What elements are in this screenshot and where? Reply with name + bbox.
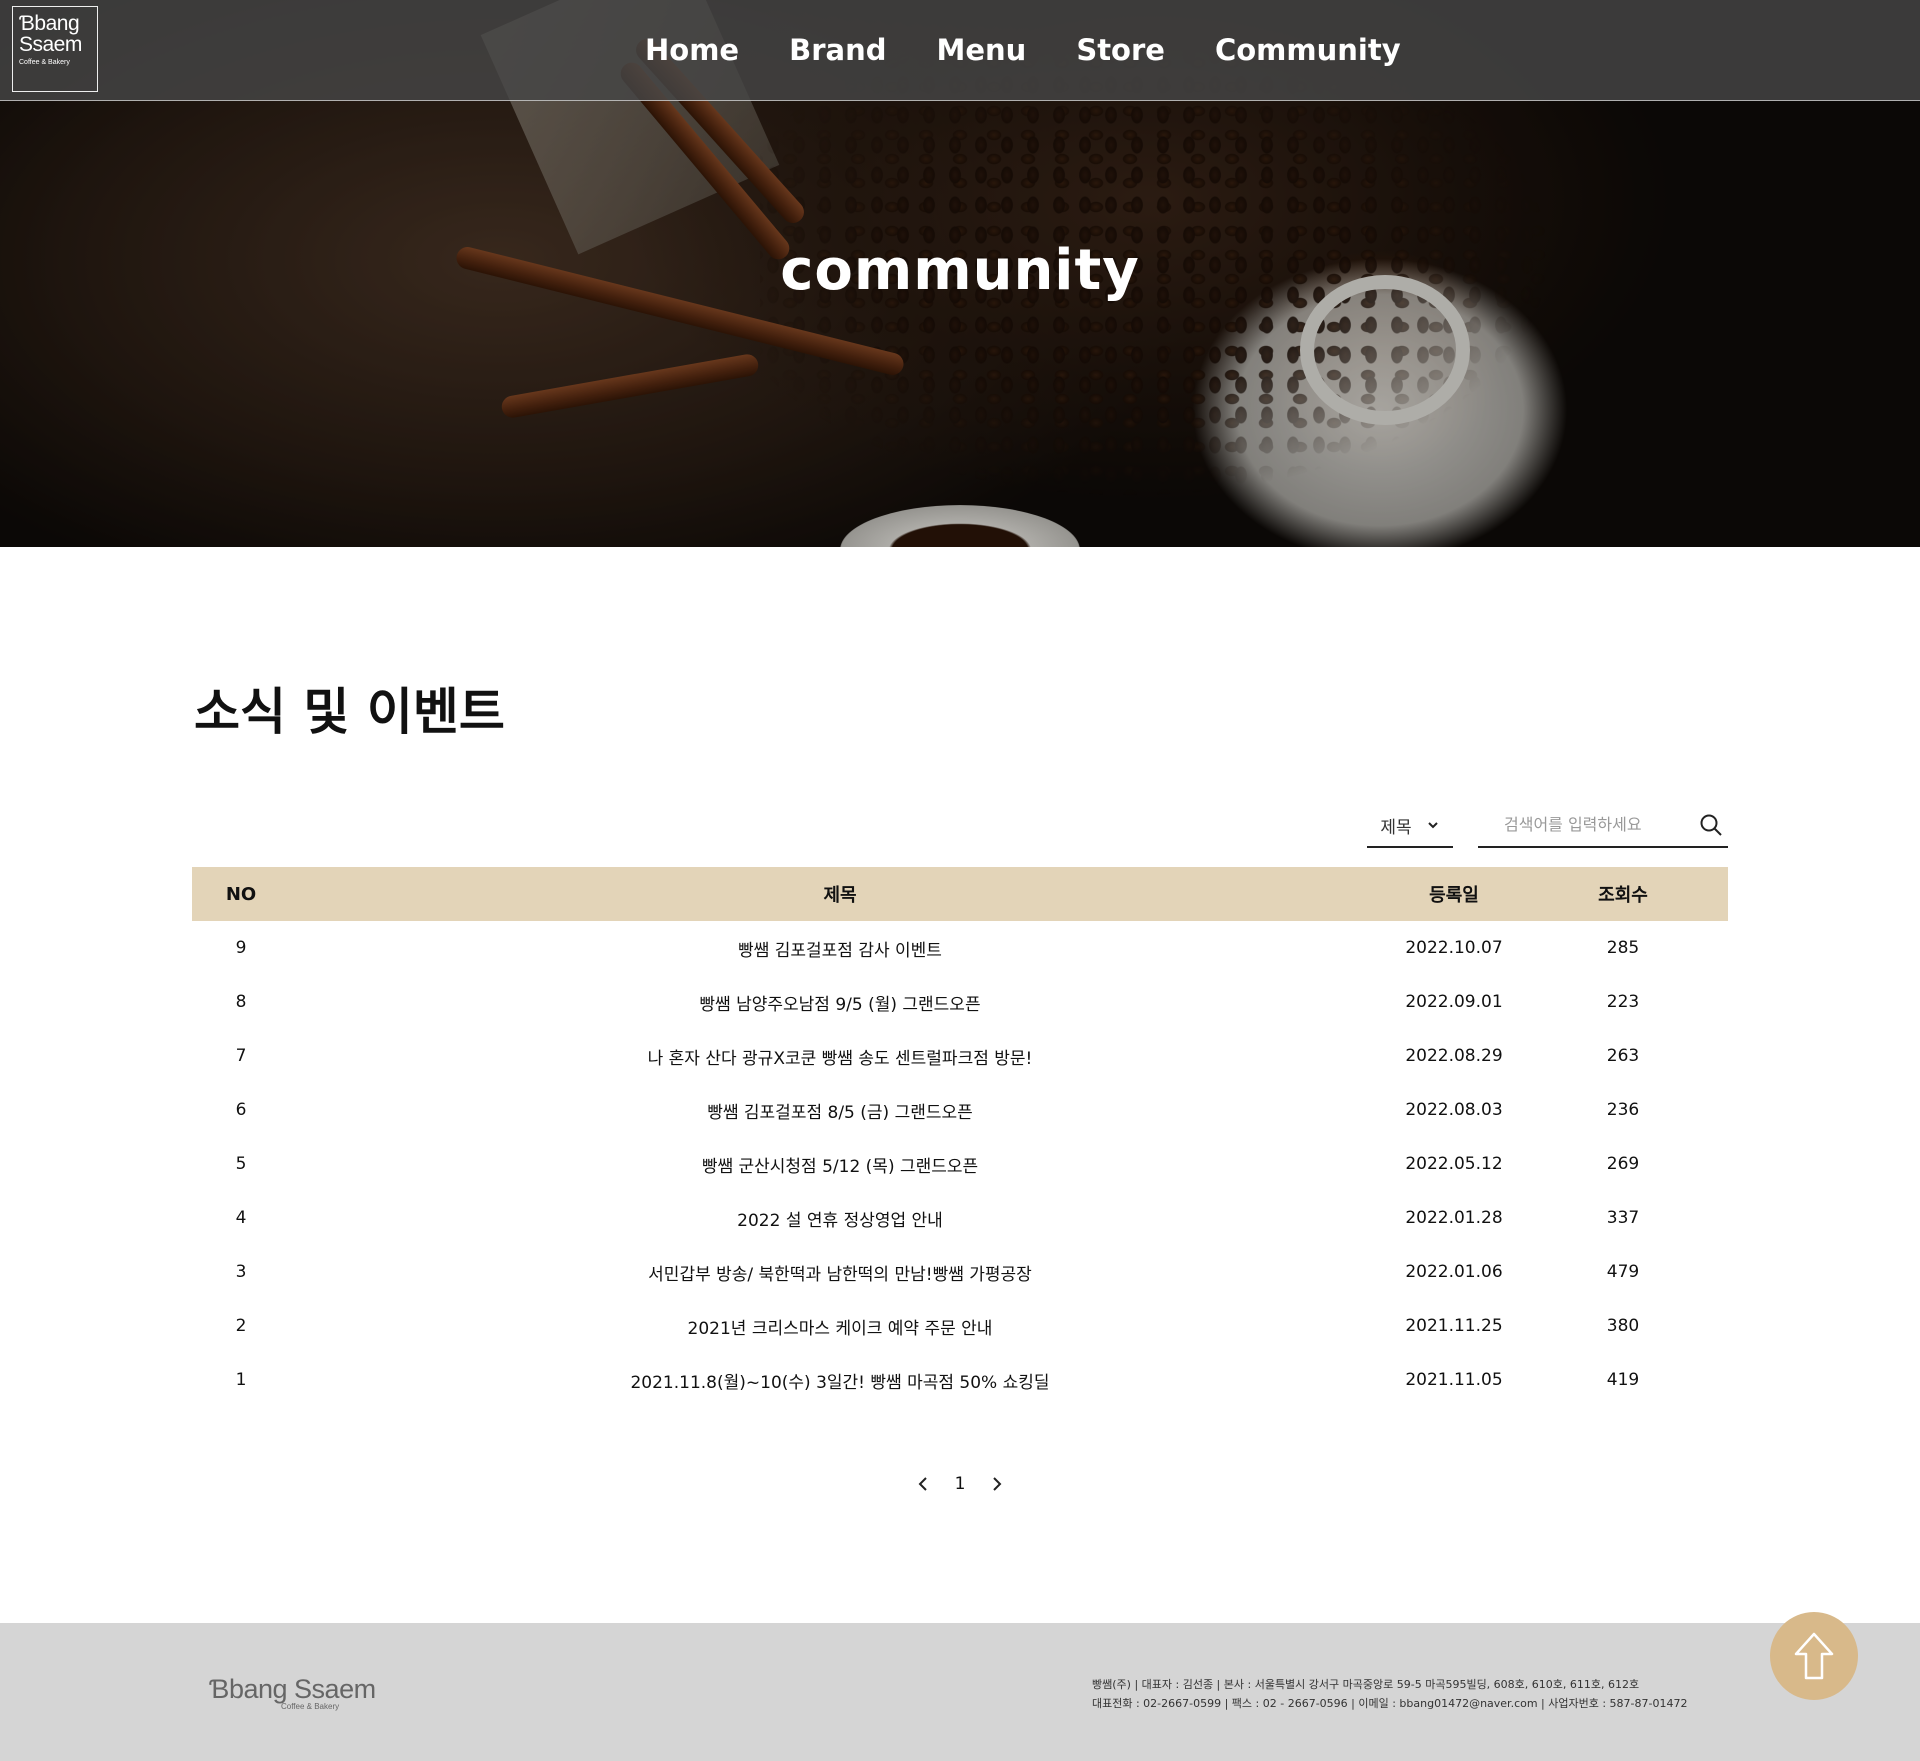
chevron-down-icon — [1427, 822, 1438, 829]
footer-logo-text: Ɓbang Ssaem — [209, 1674, 376, 1704]
cell-date: 2022.01.06 — [1405, 1262, 1503, 1282]
chevron-right-icon[interactable] — [989, 1474, 1005, 1494]
chevron-left-icon[interactable] — [915, 1474, 931, 1494]
news-board-table: NO 제목 등록일 조회수 9 빵쌤 김포걸포점 감사 이벤트 2022.10.… — [192, 867, 1728, 1407]
table-header: NO 제목 등록일 조회수 — [192, 867, 1728, 921]
search-icon[interactable] — [1698, 812, 1724, 838]
top-navigation: Ɓbang Ssaem Coffee & Bakery Home Brand M… — [0, 0, 1920, 101]
hero-banner: Ɓbang Ssaem Coffee & Bakery Home Brand M… — [0, 0, 1920, 547]
footer-logo-tagline: Coffee & Bakery — [281, 1702, 340, 1711]
cell-title-link[interactable]: 나 혼자 산다 광규X코쿤 빵쌤 송도 센트럴파크점 방문! — [290, 1044, 1390, 1069]
column-header-date: 등록일 — [1429, 885, 1479, 906]
cell-views: 263 — [1606, 1046, 1640, 1066]
cell-no: 2 — [235, 1316, 247, 1336]
scroll-top-button[interactable] — [1770, 1612, 1858, 1700]
cell-title-link[interactable]: 2021년 크리스마스 케이크 예약 주문 안내 — [290, 1314, 1390, 1339]
site-footer: Ɓbang Ssaem Coffee & Bakery 빵쌤(주) | 대표자 … — [0, 1623, 1920, 1761]
cell-date: 2022.01.28 — [1405, 1208, 1503, 1228]
search-field-selected: 제목 — [1380, 817, 1412, 838]
table-row[interactable]: 1 2021.11.8(월)~10(수) 3일간! 빵쌤 마곡점 50% 쇼킹딜… — [192, 1353, 1728, 1407]
cell-views: 236 — [1606, 1100, 1640, 1120]
brand-logo[interactable]: Ɓbang Ssaem Coffee & Bakery — [12, 6, 98, 92]
cell-no: 1 — [235, 1370, 247, 1390]
cell-date: 2021.11.05 — [1405, 1370, 1503, 1390]
footer-logo[interactable]: Ɓbang Ssaem Coffee & Bakery — [209, 1675, 376, 1711]
cell-title-link[interactable]: 2021.11.8(월)~10(수) 3일간! 빵쌤 마곡점 50% 쇼킹딜 — [290, 1368, 1390, 1393]
cell-no: 5 — [235, 1154, 247, 1174]
page-title: 소식 및 이벤트 — [194, 683, 505, 741]
table-row[interactable]: 9 빵쌤 김포걸포점 감사 이벤트 2022.10.07 285 — [192, 921, 1728, 975]
cell-date: 2022.08.29 — [1405, 1046, 1503, 1066]
company-info-line2: 대표전화 : 02-2667-0599 | 팩스 : 02 - 2667-059… — [1092, 1697, 1688, 1710]
nav-item-brand[interactable]: Brand — [764, 26, 911, 74]
table-row[interactable]: 2 2021년 크리스마스 케이크 예약 주문 안내 2021.11.25 38… — [192, 1299, 1728, 1353]
search-input[interactable] — [1478, 804, 1688, 844]
cell-views: 337 — [1606, 1208, 1640, 1228]
nav-item-home[interactable]: Home — [620, 26, 764, 74]
table-row[interactable]: 6 빵쌤 김포걸포점 8/5 (금) 그랜드오픈 2022.08.03 236 — [192, 1083, 1728, 1137]
pagination: 1 — [915, 1469, 1005, 1499]
table-row[interactable]: 5 빵쌤 군산시청점 5/12 (목) 그랜드오픈 2022.05.12 269 — [192, 1137, 1728, 1191]
cell-date: 2021.11.25 — [1405, 1316, 1503, 1336]
nav-item-store[interactable]: Store — [1051, 26, 1190, 74]
nav-item-menu[interactable]: Menu — [911, 26, 1051, 74]
cell-no: 4 — [235, 1208, 247, 1228]
cell-date: 2022.10.07 — [1405, 938, 1503, 958]
nav-item-community[interactable]: Community — [1190, 26, 1426, 74]
cell-title-link[interactable]: 빵쌤 김포걸포점 8/5 (금) 그랜드오픈 — [290, 1098, 1390, 1123]
cell-title-link[interactable]: 2022 설 연휴 정상영업 안내 — [290, 1206, 1390, 1231]
cell-views: 285 — [1606, 938, 1640, 958]
hero-title: community — [780, 238, 1140, 303]
search-field-select[interactable]: 제목 — [1367, 804, 1453, 848]
cell-date: 2022.09.01 — [1405, 992, 1503, 1012]
cell-no: 8 — [235, 992, 247, 1012]
cell-title-link[interactable]: 빵쌤 김포걸포점 감사 이벤트 — [290, 936, 1390, 961]
cell-views: 223 — [1606, 992, 1640, 1012]
table-row[interactable]: 4 2022 설 연휴 정상영업 안내 2022.01.28 337 — [192, 1191, 1728, 1245]
column-header-title: 제목 — [823, 885, 857, 906]
cell-title-link[interactable]: 빵쌤 군산시청점 5/12 (목) 그랜드오픈 — [290, 1152, 1390, 1177]
main-menu: Home Brand Menu Store Community — [620, 26, 1426, 74]
column-header-no: NO — [225, 883, 257, 905]
cell-views: 479 — [1606, 1262, 1640, 1282]
logo-tagline: Coffee & Bakery — [19, 59, 70, 66]
cell-title-link[interactable]: 서민갑부 방송/ 북한떡과 남한떡의 만남!빵쌤 가평공장 — [290, 1260, 1390, 1285]
cell-views: 419 — [1606, 1370, 1640, 1390]
table-row[interactable]: 7 나 혼자 산다 광규X코쿤 빵쌤 송도 센트럴파크점 방문! 2022.08… — [192, 1029, 1728, 1083]
column-header-views: 조회수 — [1598, 885, 1648, 906]
arrow-up-icon — [1794, 1632, 1834, 1680]
table-row[interactable]: 8 빵쌤 남양주오남점 9/5 (월) 그랜드오픈 2022.09.01 223 — [192, 975, 1728, 1029]
cell-no: 9 — [235, 938, 247, 958]
cell-no: 7 — [235, 1046, 247, 1066]
company-info-line1: 빵쌤(주) | 대표자 : 김선종 | 본사 : 서울특별시 강서구 마곡중앙로… — [1092, 1678, 1640, 1691]
cell-date: 2022.08.03 — [1405, 1100, 1503, 1120]
logo-text-line2: Ssaem — [19, 33, 82, 56]
cell-no: 3 — [235, 1262, 247, 1282]
cell-date: 2022.05.12 — [1405, 1154, 1503, 1174]
company-info: 빵쌤(주) | 대표자 : 김선종 | 본사 : 서울특별시 강서구 마곡중앙로… — [1092, 1675, 1687, 1713]
cell-no: 6 — [235, 1100, 247, 1120]
cell-title-link[interactable]: 빵쌤 남양주오남점 9/5 (월) 그랜드오픈 — [290, 990, 1390, 1015]
cell-views: 380 — [1606, 1316, 1640, 1336]
table-row[interactable]: 3 서민갑부 방송/ 북한떡과 남한떡의 만남!빵쌤 가평공장 2022.01.… — [192, 1245, 1728, 1299]
search-box — [1478, 804, 1728, 848]
page-number-current[interactable]: 1 — [955, 1474, 966, 1494]
cell-views: 269 — [1606, 1154, 1640, 1174]
logo-text-line1: Ɓbang — [19, 12, 80, 35]
